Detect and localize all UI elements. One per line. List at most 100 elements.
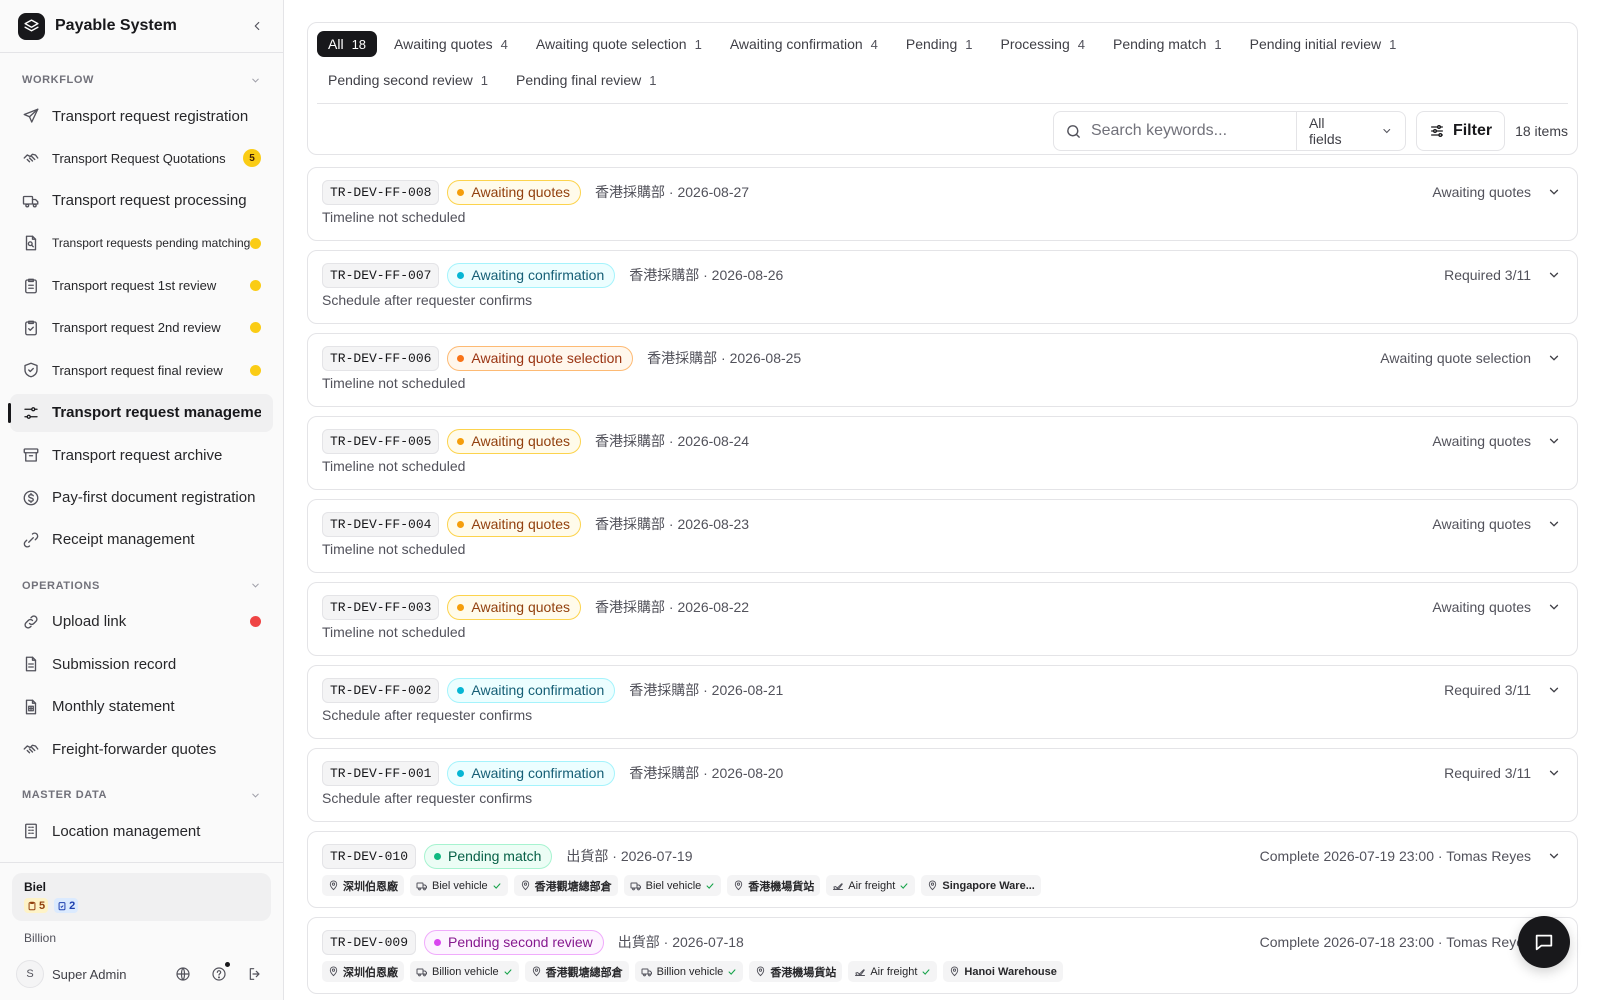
org-switcher-alt[interactable]: Billion	[24, 931, 283, 945]
request-row[interactable]: TR-DEV-FF-003 Awaiting quotes 香港採購部 · 20…	[307, 582, 1578, 656]
status-dot	[457, 188, 465, 196]
sidebar-item-freight-forwarder-quotes[interactable]: Freight-forwarder quotes	[10, 730, 273, 768]
search-field-select[interactable]: All fields	[1295, 112, 1405, 150]
sidebar-item-label: Transport Request Quotations	[52, 150, 226, 166]
sidebar-item-upload-link[interactable]: Upload link	[10, 603, 273, 641]
filter-button-label: Filter	[1452, 122, 1493, 139]
request-row[interactable]: TR-DEV-FF-006 Awaiting quote selection 香…	[307, 333, 1578, 407]
avatar[interactable]: S	[16, 960, 44, 988]
filter-button[interactable]: Filter	[1415, 111, 1506, 151]
tab-pending-match[interactable]: Pending match 1	[1102, 31, 1233, 57]
org-badge-pending: 5	[24, 898, 49, 913]
tab-awaiting-quote-selection[interactable]: Awaiting quote selection 1	[525, 31, 713, 57]
sidebar-item-pay-first-document-registration[interactable]: Pay-first document registration	[10, 479, 273, 517]
sidebar-item-transport-request-2nd-review[interactable]: Transport request 2nd review	[10, 309, 273, 347]
logout-icon[interactable]	[245, 964, 265, 984]
tab-awaiting-quotes[interactable]: Awaiting quotes 4	[383, 31, 519, 57]
tab-count: 18	[351, 36, 367, 52]
sidebar-item-transport-request-management[interactable]: Transport request management	[8, 393, 273, 432]
route-chip-text: 香港觀塘總部倉	[534, 880, 612, 893]
request-row[interactable]: TR-DEV-FF-007 Awaiting confirmation 香港採購…	[307, 250, 1578, 324]
sidebar-item-transport-request-final-review[interactable]: Transport request final review	[10, 351, 273, 389]
sidebar-item-label: Freight-forwarder quotes	[52, 740, 217, 758]
sidebar-item-submission-record[interactable]: Submission record	[10, 645, 273, 683]
status-badge: Pending match	[424, 843, 553, 869]
chevron-down-icon	[1383, 129, 1391, 134]
chevron-down-icon[interactable]	[1545, 515, 1563, 533]
tab-pending-second-review[interactable]: Pending second review 1	[317, 67, 499, 93]
tab-pending[interactable]: Pending 1	[895, 31, 984, 57]
route-chip-text: Hanoi Warehouse	[964, 965, 1057, 978]
help-icon[interactable]	[209, 962, 230, 984]
map-pin-icon	[951, 966, 959, 977]
org-badge-review: 2	[54, 898, 79, 913]
request-progress-text: Awaiting quotes	[1432, 184, 1531, 200]
sidebar-item-label: Transport request processing	[52, 192, 247, 210]
tab-all[interactable]: All 18	[317, 31, 378, 57]
sidebar-section-operations[interactable]: OPERATIONS	[0, 573, 283, 599]
sidebar-item-label: Transport request archive	[52, 446, 223, 464]
route-chip-text: Singapore Ware...	[942, 879, 1035, 892]
route-chip-text: Air freight	[848, 879, 896, 892]
attention-dot	[250, 322, 261, 334]
tab-label: Pending second review	[328, 72, 473, 88]
sidebar-section-master-data[interactable]: MASTER DATA	[0, 782, 283, 808]
filter-sliders-icon	[1430, 125, 1443, 137]
route-chip-text: 深圳伯恩廠	[343, 880, 398, 893]
tab-pending-initial-review[interactable]: Pending initial review 1	[1239, 31, 1408, 57]
items-count: 18 items	[1515, 123, 1568, 139]
request-code: TR-DEV-FF-005	[322, 428, 440, 454]
sidebar-item-label: Submission record	[52, 655, 177, 673]
chevron-down-icon[interactable]	[1545, 349, 1563, 367]
route-chip-text: Air freight	[870, 965, 918, 978]
request-row[interactable]: TR-DEV-FF-001 Awaiting confirmation 香港採購…	[307, 748, 1578, 822]
route-chip-text: Billion vehicle	[432, 965, 499, 978]
request-row[interactable]: TR-DEV-FF-008 Awaiting quotes 香港採購部 · 20…	[307, 167, 1578, 241]
sidebar-section-workflow[interactable]: WORKFLOW	[0, 67, 283, 93]
sidebar-item-label: Transport request final review	[52, 362, 223, 378]
sidebar-item-transport-request-processing[interactable]: Transport request processing	[10, 182, 273, 220]
map-pin-icon	[735, 880, 743, 891]
request-row[interactable]: TR-DEV-FF-004 Awaiting quotes 香港採購部 · 20…	[307, 499, 1578, 573]
tab-processing[interactable]: Processing 4	[990, 31, 1097, 57]
chevron-down-icon[interactable]	[1545, 432, 1563, 450]
status-dot	[457, 271, 465, 279]
sidebar-item-transport-requests-pending-matching[interactable]: Transport requests pending matching	[10, 224, 273, 262]
request-department-date: 香港採購部 · 2026-08-22	[595, 599, 750, 615]
tab-pending-final-review[interactable]: Pending final review 1	[505, 67, 668, 93]
user-name: Super Admin	[52, 966, 127, 982]
org-switcher-current[interactable]: Biel 5 2	[12, 873, 271, 921]
route-chip-text: 深圳伯恩廠	[343, 966, 398, 979]
handshake-icon	[22, 740, 40, 758]
search-input[interactable]	[1090, 112, 1296, 150]
sidebar-item-location-management[interactable]: Location management	[10, 812, 273, 850]
chat-button[interactable]	[1518, 916, 1570, 968]
status-badge: Awaiting quotes	[447, 594, 582, 620]
sidebar-item-monthly-statement[interactable]: Monthly statement	[10, 688, 273, 726]
chevron-down-icon[interactable]	[1545, 266, 1563, 284]
chevron-down-icon[interactable]	[1545, 598, 1563, 616]
collapse-sidebar-icon[interactable]	[247, 16, 267, 36]
tab-awaiting-confirmation[interactable]: Awaiting confirmation 4	[719, 31, 889, 57]
sidebar-item-transport-request-1st-review[interactable]: Transport request 1st review	[10, 267, 273, 305]
request-row[interactable]: TR-DEV-FF-002 Awaiting confirmation 香港採購…	[307, 665, 1578, 739]
chevron-down-icon[interactable]	[1545, 764, 1563, 782]
route-location-chip: 香港機場貨站	[727, 875, 821, 896]
route-chip-text: Biel vehicle	[645, 879, 702, 892]
chevron-down-icon[interactable]	[1545, 681, 1563, 699]
sidebar-item-transport-request-archive[interactable]: Transport request archive	[10, 436, 273, 474]
sidebar-item-receipt-management[interactable]: Receipt management	[10, 521, 273, 559]
request-department-date: 香港採購部 · 2026-08-26	[629, 267, 784, 283]
route-chip-text: 香港機場貨站	[748, 880, 815, 893]
request-row[interactable]: TR-DEV-009 Pending second review 出貨部 · 2…	[307, 917, 1578, 994]
sidebar-item-transport-request-registration[interactable]: Transport request registration	[10, 97, 273, 135]
status-badge-label: Awaiting quote selection	[471, 350, 623, 366]
chevron-down-icon[interactable]	[1545, 183, 1563, 201]
request-row[interactable]: TR-DEV-FF-005 Awaiting quotes 香港採購部 · 20…	[307, 416, 1578, 490]
tab-label: Pending match	[1113, 36, 1207, 52]
sidebar-item-transport-request-quotations[interactable]: Transport Request Quotations 5	[10, 139, 273, 177]
globe-icon[interactable]	[173, 964, 193, 984]
chevron-down-icon[interactable]	[1545, 847, 1563, 865]
route-chip-text: 香港機場貨站	[770, 966, 837, 979]
request-row[interactable]: TR-DEV-010 Pending match 出貨部 · 2026-07-1…	[307, 831, 1578, 908]
